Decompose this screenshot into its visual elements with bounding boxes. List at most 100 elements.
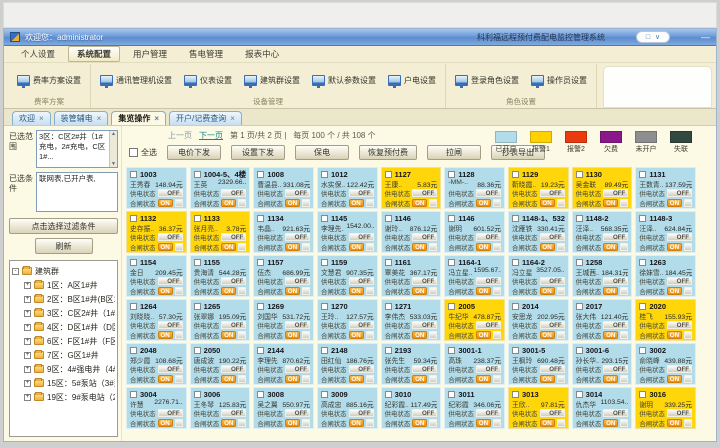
toolbar-button-3[interactable]: 恢复预付费 xyxy=(359,145,417,160)
room-checkbox[interactable] xyxy=(321,303,328,310)
expand-icon[interactable]: + xyxy=(24,352,31,359)
tab-2[interactable]: 集览操作× xyxy=(111,111,166,125)
room-checkbox[interactable] xyxy=(130,347,137,354)
menu-item-1[interactable]: 系统配置 xyxy=(68,46,120,62)
room-checkbox[interactable] xyxy=(576,347,583,354)
room-checkbox[interactable] xyxy=(639,171,646,178)
collapse-icon[interactable]: - xyxy=(12,268,19,275)
room-checkbox[interactable] xyxy=(448,259,455,266)
ribbon-button[interactable]: 建筑群设置 xyxy=(239,71,305,90)
refresh-button[interactable]: 刷新 xyxy=(35,238,93,254)
ribbon-button[interactable]: 仪表设置 xyxy=(179,71,237,90)
room-checkbox[interactable] xyxy=(448,391,455,398)
room-checkbox[interactable] xyxy=(512,347,519,354)
toolbar-button-4[interactable]: 拉闸 xyxy=(427,145,481,160)
tree-node-6[interactable]: +9区：4#强电井（4#强.. xyxy=(12,362,115,376)
tree-node-8[interactable]: +19区：9#泵电站（2#.. xyxy=(12,390,115,404)
room-checkbox[interactable] xyxy=(385,303,392,310)
room-checkbox[interactable] xyxy=(257,347,264,354)
menu-item-2[interactable]: 用户管理 xyxy=(124,46,176,62)
room-checkbox[interactable] xyxy=(321,171,328,178)
room-checkbox[interactable] xyxy=(512,259,519,266)
room-checkbox[interactable] xyxy=(257,391,264,398)
room-checkbox[interactable] xyxy=(512,215,519,222)
ribbon-button[interactable]: 费率方案设置 xyxy=(12,71,86,90)
room-checkbox[interactable] xyxy=(257,303,264,310)
toolbar-button-2[interactable]: 保电 xyxy=(295,145,349,160)
room-checkbox[interactable] xyxy=(385,347,392,354)
select-all-checkbox[interactable] xyxy=(129,148,138,157)
select-all[interactable]: 全选 xyxy=(129,147,157,158)
skin-icon[interactable]: □ xyxy=(646,34,650,41)
room-checkbox[interactable] xyxy=(130,303,137,310)
select-filter-button[interactable]: 点击选择过滤条件 xyxy=(9,218,118,234)
room-checkbox[interactable] xyxy=(321,215,328,222)
tree-node-4[interactable]: +6区：F区1#井（F区1#.. xyxy=(12,334,115,348)
close-icon[interactable]: × xyxy=(154,115,159,123)
tab-1[interactable]: 装管辅电× xyxy=(54,111,109,125)
room-checkbox[interactable] xyxy=(576,303,583,310)
room-checkbox[interactable] xyxy=(639,303,646,310)
room-checkbox[interactable] xyxy=(385,391,392,398)
room-checkbox[interactable] xyxy=(448,303,455,310)
room-checkbox[interactable] xyxy=(194,347,201,354)
room-checkbox[interactable] xyxy=(448,347,455,354)
toolbar-button-1[interactable]: 设置下发 xyxy=(231,145,285,160)
room-checkbox[interactable] xyxy=(576,215,583,222)
tree-node-0[interactable]: +1区：A区1#井 xyxy=(12,278,115,292)
room-checkbox[interactable] xyxy=(194,303,201,310)
toolbar-button-0[interactable]: 电价下发 xyxy=(167,145,221,160)
ribbon-button[interactable]: 默认参数设置 xyxy=(307,71,381,90)
tree-root[interactable]: -建筑群 xyxy=(12,264,115,278)
expand-icon[interactable]: + xyxy=(24,380,31,387)
room-checkbox[interactable] xyxy=(448,215,455,222)
tab-3[interactable]: 开户/记费查询× xyxy=(169,111,242,125)
tree-node-5[interactable]: +7区：G区1#井 xyxy=(12,348,115,362)
expand-icon[interactable]: + xyxy=(24,324,31,331)
expand-icon[interactable]: + xyxy=(24,310,31,317)
expand-icon[interactable]: + xyxy=(24,394,31,401)
room-checkbox[interactable] xyxy=(385,215,392,222)
room-checkbox[interactable] xyxy=(194,215,201,222)
room-checkbox[interactable] xyxy=(512,391,519,398)
room-checkbox[interactable] xyxy=(639,215,646,222)
menu-item-3[interactable]: 售电管理 xyxy=(180,46,232,62)
ribbon-button[interactable]: 操作员设置 xyxy=(526,71,592,90)
room-checkbox[interactable] xyxy=(257,215,264,222)
room-checkbox[interactable] xyxy=(639,347,646,354)
room-checkbox[interactable] xyxy=(576,259,583,266)
room-checkbox[interactable] xyxy=(130,259,137,266)
scrollbar[interactable]: ▲▼ xyxy=(109,131,117,167)
room-checkbox[interactable] xyxy=(194,391,201,398)
scroll-down-icon[interactable]: ▼ xyxy=(111,161,116,168)
ribbon-button[interactable]: 通讯管理机设置 xyxy=(95,71,177,90)
room-checkbox[interactable] xyxy=(130,391,137,398)
expand-icon[interactable]: + xyxy=(24,366,31,373)
menu-item-4[interactable]: 报表中心 xyxy=(236,46,288,62)
room-checkbox[interactable] xyxy=(448,171,455,178)
prev-page-link[interactable]: 上一页 xyxy=(168,130,192,141)
tree-node-3[interactable]: +4区：D区1#井（D区1.. xyxy=(12,320,115,334)
expand-icon[interactable]: + xyxy=(24,338,31,345)
room-checkbox[interactable] xyxy=(512,303,519,310)
room-checkbox[interactable] xyxy=(639,259,646,266)
room-checkbox[interactable] xyxy=(194,259,201,266)
room-checkbox[interactable] xyxy=(576,171,583,178)
tab-0[interactable]: 欢迎× xyxy=(12,111,51,125)
range-listbox[interactable]: 3区：C区2#井（1#充电，2#充电，C区1#... ▲▼ xyxy=(36,130,118,168)
room-checkbox[interactable] xyxy=(321,259,328,266)
skin-switcher[interactable]: □ ∨ xyxy=(636,31,670,43)
close-icon[interactable]: × xyxy=(230,115,235,123)
room-checkbox[interactable] xyxy=(385,171,392,178)
chevron-down-icon[interactable]: ∨ xyxy=(655,34,660,41)
condition-listbox[interactable]: 联网表,已开户表, xyxy=(36,172,118,212)
ribbon-button[interactable]: 登录角色设置 xyxy=(450,71,524,90)
room-checkbox[interactable] xyxy=(512,171,519,178)
room-checkbox[interactable] xyxy=(385,259,392,266)
tree-node-2[interactable]: +3区：C区2#井（1#空.. xyxy=(12,306,115,320)
tree-node-1[interactable]: +2区：B区1#井(B区1#.. xyxy=(12,292,115,306)
close-icon[interactable]: × xyxy=(39,115,44,123)
room-checkbox[interactable] xyxy=(321,347,328,354)
menu-item-0[interactable]: 个人设置 xyxy=(12,46,64,62)
room-checkbox[interactable] xyxy=(257,171,264,178)
